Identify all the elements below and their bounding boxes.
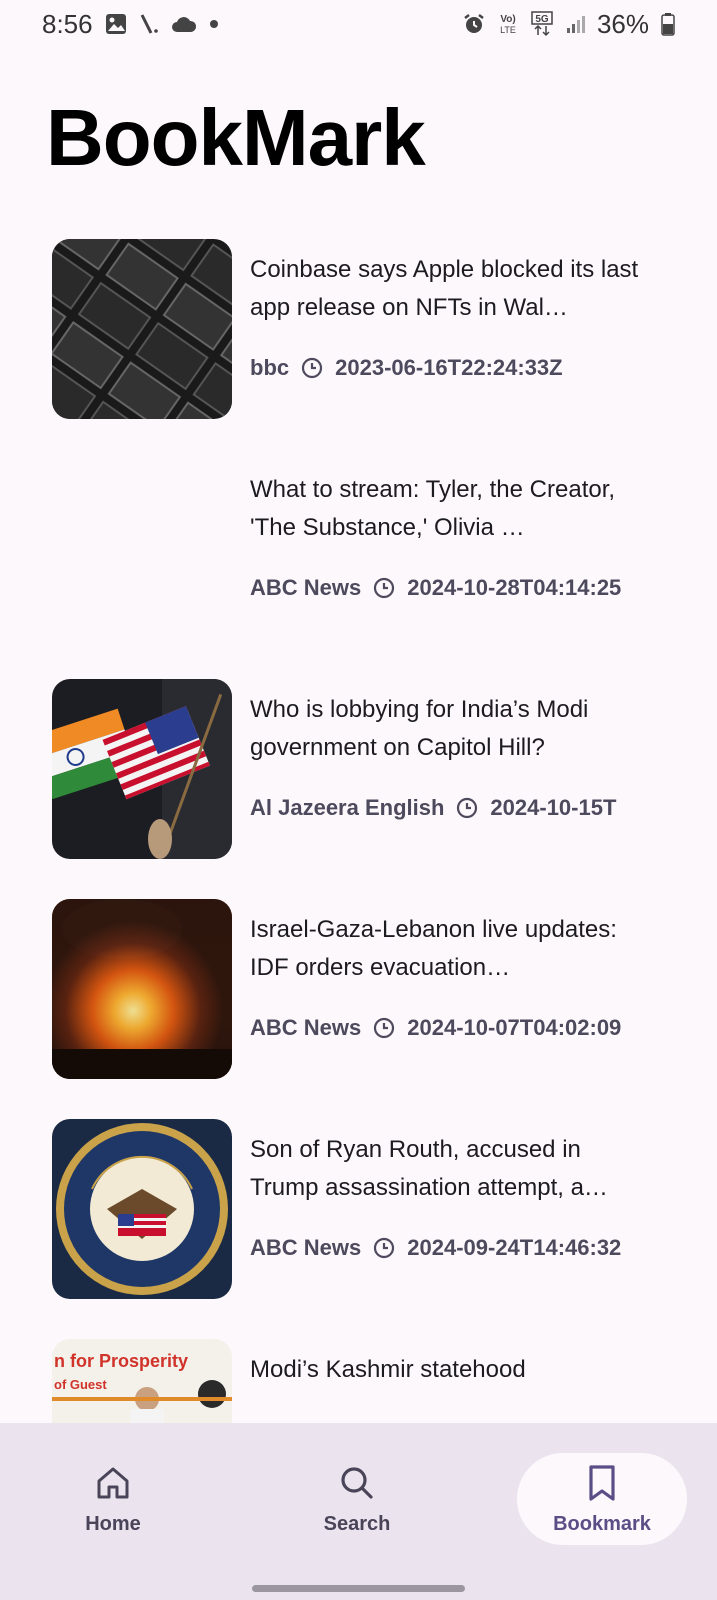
article-title: Modi’s Kashmir statehood	[250, 1356, 526, 1383]
article-meta: ABC News 2024-10-07T04:02:09	[250, 1015, 621, 1041]
battery-icon	[661, 12, 675, 36]
status-bar-right: Vo) LTE 5G 36%	[463, 9, 675, 40]
nav-bookmark-label: Bookmark	[553, 1512, 651, 1535]
clock-icon	[373, 1017, 395, 1039]
svg-text:Vo): Vo)	[500, 14, 515, 25]
article-meta: bbc 2023-06-16T22:24:33Z	[250, 355, 563, 381]
article-meta: ABC News 2024-10-28T04:14:25	[250, 575, 621, 601]
article-title: Son of Ryan Routh, accused in Trump assa…	[250, 1136, 608, 1201]
article-time: 2024-10-28T04:14:25	[407, 575, 622, 600]
nav-home-label: Home	[85, 1512, 141, 1535]
volte-icon: Vo) LTE	[497, 12, 519, 36]
article-source: ABC News	[250, 1015, 362, 1040]
signal-slash-icon	[139, 13, 159, 35]
status-bar: 8:56 Vo) LTE 5G 36%	[0, 0, 717, 48]
article-time: 2024-10-07T04:02:09	[407, 1015, 622, 1040]
nav-search-label: Search	[323, 1512, 391, 1535]
article-source: Al Jazeera English	[250, 795, 445, 820]
search-icon	[337, 1463, 377, 1503]
status-time: 8:56	[42, 8, 93, 39]
article-card[interactable]: Israel-Gaza-Lebanon live updates: IDF or…	[0, 885, 717, 1079]
article-meta: ABC News 2024-09-24T14:46:32	[250, 1235, 621, 1261]
svg-text:5G: 5G	[535, 14, 549, 25]
nav-bookmark[interactable]: Bookmark	[517, 1453, 687, 1545]
article-thumbnail	[52, 679, 232, 859]
article-source: bbc	[250, 355, 290, 380]
home-icon	[93, 1463, 133, 1503]
clock-icon	[301, 357, 323, 379]
article-card[interactable]: Coinbase says Apple blocked its last app…	[0, 225, 717, 419]
alarm-icon	[463, 13, 485, 35]
article-title: Coinbase says Apple blocked its last app…	[250, 256, 639, 321]
thumbnail-text-2: of Guest	[54, 1377, 107, 1392]
article-thumbnail	[52, 1119, 232, 1299]
page-title: BookMark	[46, 93, 426, 182]
signal-icon	[565, 14, 585, 34]
thumbnail-text-1: n for Prosperity	[54, 1351, 188, 1371]
image-icon	[105, 13, 127, 35]
bookmark-icon	[582, 1463, 622, 1503]
article-card[interactable]: Son of Ryan Routh, accused in Trump assa…	[0, 1105, 717, 1299]
5g-icon: 5G	[531, 11, 553, 37]
svg-text:LTE: LTE	[500, 25, 516, 35]
clock-icon	[456, 797, 478, 819]
article-source: ABC News	[250, 1235, 362, 1260]
status-bar-left: 8:56	[42, 9, 219, 40]
article-source: ABC News	[250, 575, 362, 600]
article-time: 2023-06-16T22:24:33Z	[335, 355, 563, 380]
bottom-navigation: Home Search Bookmark	[0, 1423, 717, 1600]
article-time: 2024-09-24T14:46:32	[407, 1235, 622, 1260]
article-title: Who is lobbying for India’s Modi governm…	[250, 696, 589, 761]
nav-home[interactable]: Home	[28, 1453, 198, 1545]
article-card[interactable]: What to stream: Tyler, the Creator, 'The…	[0, 445, 717, 625]
article-card[interactable]: Who is lobbying for India’s Modi governm…	[0, 665, 717, 859]
screen: 8:56 Vo) LTE 5G 36% BookMark Coinbase sa…	[0, 0, 717, 1600]
article-thumbnail	[52, 239, 232, 419]
article-meta: Al Jazeera English 2024-10-15T	[250, 795, 616, 821]
battery-level: 36%	[596, 8, 649, 39]
clock-icon	[373, 1237, 395, 1259]
article-time: 2024-10-15T	[490, 795, 617, 820]
gesture-bar[interactable]	[252, 1585, 465, 1592]
article-title: What to stream: Tyler, the Creator, 'The…	[250, 476, 616, 541]
nav-search[interactable]: Search	[272, 1453, 442, 1545]
article-thumbnail	[52, 899, 232, 1079]
dot-icon	[209, 19, 219, 29]
article-title: Israel-Gaza-Lebanon live updates: IDF or…	[250, 916, 617, 981]
clock-icon	[373, 577, 395, 599]
cloud-icon	[171, 15, 197, 33]
